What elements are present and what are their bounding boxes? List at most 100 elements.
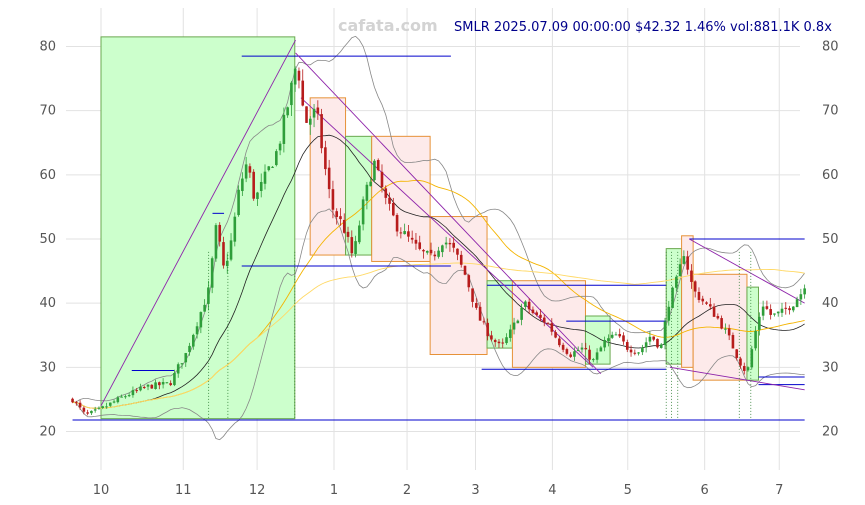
candle-body — [693, 281, 697, 292]
candle-body — [116, 397, 120, 403]
ticker-info: SMLR 2025.07.09 00:00:00 $42.32 1.46% vo… — [454, 20, 832, 35]
y-tick-label-right: 70 — [822, 104, 839, 119]
candle-body — [724, 328, 727, 330]
candle-body — [746, 367, 750, 371]
candle-body — [493, 339, 497, 343]
candle-body — [663, 321, 667, 345]
candle-body — [554, 332, 557, 338]
candle-body — [459, 254, 463, 265]
candle-body — [380, 171, 384, 188]
y-tick-label-right: 20 — [822, 425, 839, 440]
x-tick-label: 7 — [775, 483, 783, 498]
x-tick-label: 11 — [175, 483, 192, 498]
candle-body — [342, 219, 346, 233]
candle-body — [716, 316, 720, 319]
candle-body — [637, 352, 640, 354]
candle-body — [192, 334, 195, 347]
candle-body — [641, 347, 644, 353]
candle-body — [90, 410, 93, 414]
x-tick-label: 12 — [249, 483, 266, 498]
candle-body — [671, 287, 674, 308]
candle-body — [712, 306, 716, 317]
candle-body — [505, 337, 508, 344]
candle-body — [508, 329, 512, 338]
candle-body — [803, 288, 806, 295]
candle-body — [392, 203, 395, 216]
candle-body — [305, 106, 308, 123]
candle-body — [395, 215, 399, 232]
candle-body — [237, 189, 240, 216]
candle-body — [444, 242, 448, 245]
candle-body — [263, 171, 267, 184]
candle-body — [286, 107, 289, 116]
candle-body — [463, 265, 467, 275]
candle-body — [546, 323, 550, 325]
y-tick-label-right: 30 — [822, 360, 839, 375]
candle-body — [112, 401, 116, 403]
y-tick-label-right: 80 — [822, 40, 839, 55]
candle-body — [558, 338, 561, 346]
candle-body — [120, 396, 123, 398]
candle-body — [207, 287, 210, 304]
x-tick-label: 5 — [624, 483, 632, 498]
y-tick-label-left: 20 — [39, 425, 56, 440]
candle-body — [335, 211, 339, 217]
candle-body — [214, 225, 218, 259]
candle-body — [580, 347, 584, 350]
candle-body — [705, 302, 708, 304]
candle-body — [376, 160, 380, 171]
candle-body — [441, 245, 444, 253]
candle-body — [776, 311, 780, 314]
candle-body — [524, 301, 527, 307]
candle-body — [761, 306, 765, 316]
candle-body — [497, 341, 501, 344]
candle-body — [758, 316, 761, 330]
y-tick-label-right: 40 — [822, 296, 839, 311]
candle-body — [350, 237, 354, 254]
downtrend-zone — [429, 216, 488, 355]
candle-body — [282, 114, 286, 144]
candle-body — [275, 151, 278, 166]
y-tick-label-right: 60 — [822, 168, 839, 183]
candle-body — [418, 242, 422, 249]
candle-body — [565, 349, 569, 354]
candle-body — [731, 335, 735, 349]
candle-body — [448, 242, 452, 245]
candle-body — [71, 398, 74, 403]
candle-body — [346, 231, 350, 237]
candle-body — [520, 307, 523, 320]
candle-body — [82, 407, 86, 412]
candle-body — [475, 303, 478, 308]
downtrend-zone — [309, 97, 347, 256]
candle-body — [788, 308, 791, 311]
candle-body — [403, 231, 406, 235]
candle-body — [588, 349, 591, 360]
candle-body — [773, 313, 776, 315]
candle-body — [218, 224, 222, 242]
candle-body — [742, 366, 746, 371]
candle-body — [490, 335, 493, 340]
y-tick-label-right: 50 — [822, 232, 839, 247]
pattern-zones — [100, 36, 759, 420]
candle-body — [456, 248, 459, 255]
y-tick-label-left: 50 — [39, 232, 56, 247]
candle-body — [180, 363, 184, 365]
candle-body — [425, 250, 429, 253]
candle-body — [792, 306, 795, 311]
candle-body — [293, 68, 297, 85]
candle-body — [225, 260, 229, 267]
candle-body — [780, 308, 784, 313]
candle-body — [584, 348, 588, 350]
candle-body — [607, 338, 610, 341]
candle-body — [708, 304, 712, 307]
candle-body — [539, 314, 542, 318]
candle-body — [199, 312, 203, 328]
downtrend-zone — [371, 135, 431, 262]
candle-body — [678, 264, 682, 277]
candle-body — [158, 382, 161, 386]
candle-body — [622, 335, 625, 342]
candle-body — [327, 167, 331, 190]
candle-body — [629, 349, 633, 353]
y-tick-label-left: 40 — [39, 296, 56, 311]
x-tick-label: 10 — [93, 483, 110, 498]
